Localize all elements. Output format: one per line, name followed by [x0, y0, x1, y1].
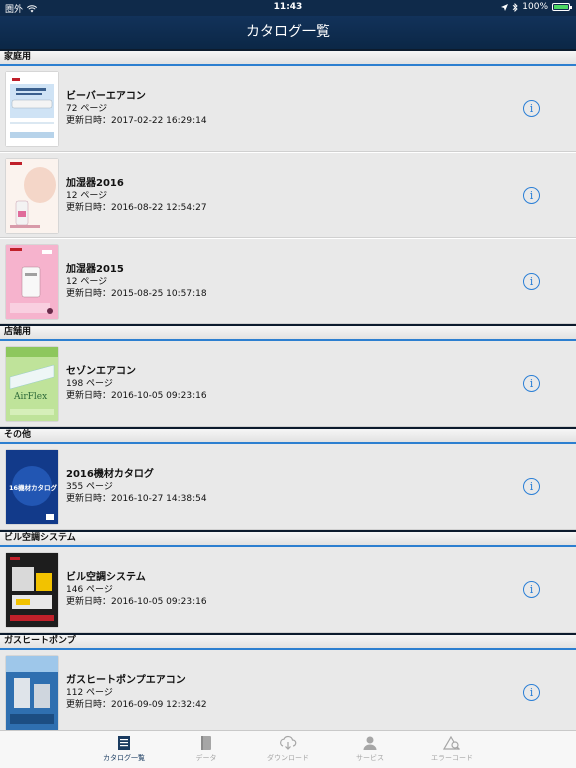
catalog-updated-at: 更新日時：2016-09-09 12:32:42	[66, 700, 207, 710]
error-code-icon	[443, 735, 460, 750]
list-item[interactable]: 加湿器2016 12 ページ 更新日時：2016-08-22 12:54:27 …	[0, 152, 576, 238]
section-header-household: 家庭用	[0, 49, 576, 66]
catalog-meta: 2016機材カタログ 355 ページ 更新日時：2016-10-27 14:38…	[66, 468, 207, 506]
catalog-page-count: 72 ページ	[66, 104, 108, 114]
catalog-title: ビル空調システム	[66, 572, 146, 583]
catalog-title: 加湿器2015	[66, 264, 124, 275]
tab-label: サービス	[356, 754, 384, 762]
section-header-other: その他	[0, 427, 576, 444]
page-title: カタログ一覧	[246, 24, 330, 40]
catalog-page-count: 12 ページ	[66, 277, 108, 287]
status-right: 100%	[501, 2, 572, 12]
catalog-cover-thumbnail	[6, 553, 58, 627]
list-item[interactable]: ガスヒートポンプエアコン 112 ページ 更新日時：2016-09-09 12:…	[0, 650, 576, 730]
section-header-gas-heat-pump: ガスヒートポンプ	[0, 633, 576, 650]
tab-label: データ	[195, 754, 217, 762]
catalog-cover-thumbnail: AirFlex	[6, 347, 58, 421]
catalog-meta: ビル空調システム 146 ページ 更新日時：2016-10-05 09:23:1…	[66, 571, 207, 609]
tab-label: カタログ一覧	[103, 754, 145, 762]
service-person-icon	[363, 736, 377, 750]
info-icon[interactable]: i	[523, 581, 540, 598]
catalog-title: 2016機材カタログ	[66, 469, 154, 480]
tab-data[interactable]: データ	[165, 731, 247, 768]
location-arrow-icon	[501, 3, 509, 11]
info-icon[interactable]: i	[523, 100, 540, 117]
tab-error-code[interactable]: エラーコード	[411, 731, 493, 768]
tab-label: ダウンロード	[267, 754, 309, 762]
catalog-meta: 加湿器2016 12 ページ 更新日時：2016-08-22 12:54:27	[66, 177, 207, 215]
catalog-title: ビーバーエアコン	[66, 91, 146, 102]
catalog-meta: 加湿器2015 12 ページ 更新日時：2015-08-25 10:57:18	[66, 263, 207, 301]
catalog-page-count: 112 ページ	[66, 688, 113, 698]
info-icon[interactable]: i	[523, 684, 540, 701]
catalog-updated-at: 更新日時：2016-10-27 14:38:54	[66, 494, 207, 504]
tab-label: エラーコード	[431, 754, 473, 762]
catalog-cover-thumbnail	[6, 72, 58, 146]
catalog-list-icon	[118, 736, 130, 750]
tab-catalog-list[interactable]: カタログ一覧	[83, 731, 165, 768]
list-item[interactable]: 加湿器2015 12 ページ 更新日時：2015-08-25 10:57:18 …	[0, 238, 576, 324]
catalog-cover-thumbnail	[6, 656, 58, 730]
navigation-bar: カタログ一覧	[0, 16, 576, 49]
catalog-page-count: 12 ページ	[66, 191, 108, 201]
catalog-updated-at: 更新日時：2016-10-05 09:23:16	[66, 391, 207, 401]
cloud-download-icon	[280, 735, 297, 750]
catalog-cover-thumbnail	[6, 245, 58, 319]
catalog-page-count: 198 ページ	[66, 379, 113, 389]
cover-catalog-text: 16機材カタログ	[9, 483, 58, 492]
catalog-title: 加湿器2016	[66, 178, 124, 189]
catalog-page-count: 146 ページ	[66, 585, 113, 595]
data-book-icon	[201, 736, 211, 750]
info-icon[interactable]: i	[523, 273, 540, 290]
catalog-cover-thumbnail	[6, 159, 58, 233]
info-icon[interactable]: i	[523, 478, 540, 495]
info-icon[interactable]: i	[523, 375, 540, 392]
catalog-updated-at: 更新日時：2017-02-22 16:29:14	[66, 116, 207, 126]
bluetooth-icon	[512, 2, 518, 12]
list-item[interactable]: ビーバーエアコン 72 ページ 更新日時：2017-02-22 16:29:14…	[0, 66, 576, 152]
catalog-meta: ビーバーエアコン 72 ページ 更新日時：2017-02-22 16:29:14	[66, 90, 207, 128]
status-bar: 圏外 11:43 100%	[0, 0, 576, 16]
catalog-updated-at: 更新日時：2016-10-05 09:23:16	[66, 597, 207, 607]
section-header-building-hvac: ビル空調システム	[0, 530, 576, 547]
tab-service[interactable]: サービス	[329, 731, 411, 768]
battery-percent: 100%	[522, 2, 548, 12]
list-item[interactable]: AirFlex セゾンエアコン 198 ページ 更新日時：2016-10-05 …	[0, 341, 576, 427]
catalog-page-count: 355 ページ	[66, 482, 113, 492]
catalog-cover-thumbnail: 16機材カタログ	[6, 450, 58, 524]
battery-icon	[552, 3, 572, 11]
catalog-updated-at: 更新日時：2016-08-22 12:54:27	[66, 203, 207, 213]
catalog-updated-at: 更新日時：2015-08-25 10:57:18	[66, 289, 207, 299]
catalog-meta: ガスヒートポンプエアコン 112 ページ 更新日時：2016-09-09 12:…	[66, 674, 207, 712]
catalog-meta: セゾンエアコン 198 ページ 更新日時：2016-10-05 09:23:16	[66, 365, 207, 403]
section-header-store: 店舗用	[0, 324, 576, 341]
info-icon[interactable]: i	[523, 187, 540, 204]
catalog-title: ガスヒートポンプエアコン	[66, 675, 186, 686]
list-item[interactable]: 16機材カタログ 2016機材カタログ 355 ページ 更新日時：2016-10…	[0, 444, 576, 530]
cover-airflex-text: AirFlex	[13, 392, 47, 402]
catalog-title: セゾンエアコン	[66, 366, 136, 377]
status-time: 11:43	[273, 2, 303, 12]
catalog-list[interactable]: 家庭用 ビーバーエアコン 72 ページ 更新日時：2017-02-22 16:2…	[0, 49, 576, 730]
tab-download[interactable]: ダウンロード	[247, 731, 329, 768]
list-item[interactable]: ビル空調システム 146 ページ 更新日時：2016-10-05 09:23:1…	[0, 547, 576, 633]
tab-bar: カタログ一覧 データ ダウンロード サービス エラーコード	[0, 730, 576, 768]
